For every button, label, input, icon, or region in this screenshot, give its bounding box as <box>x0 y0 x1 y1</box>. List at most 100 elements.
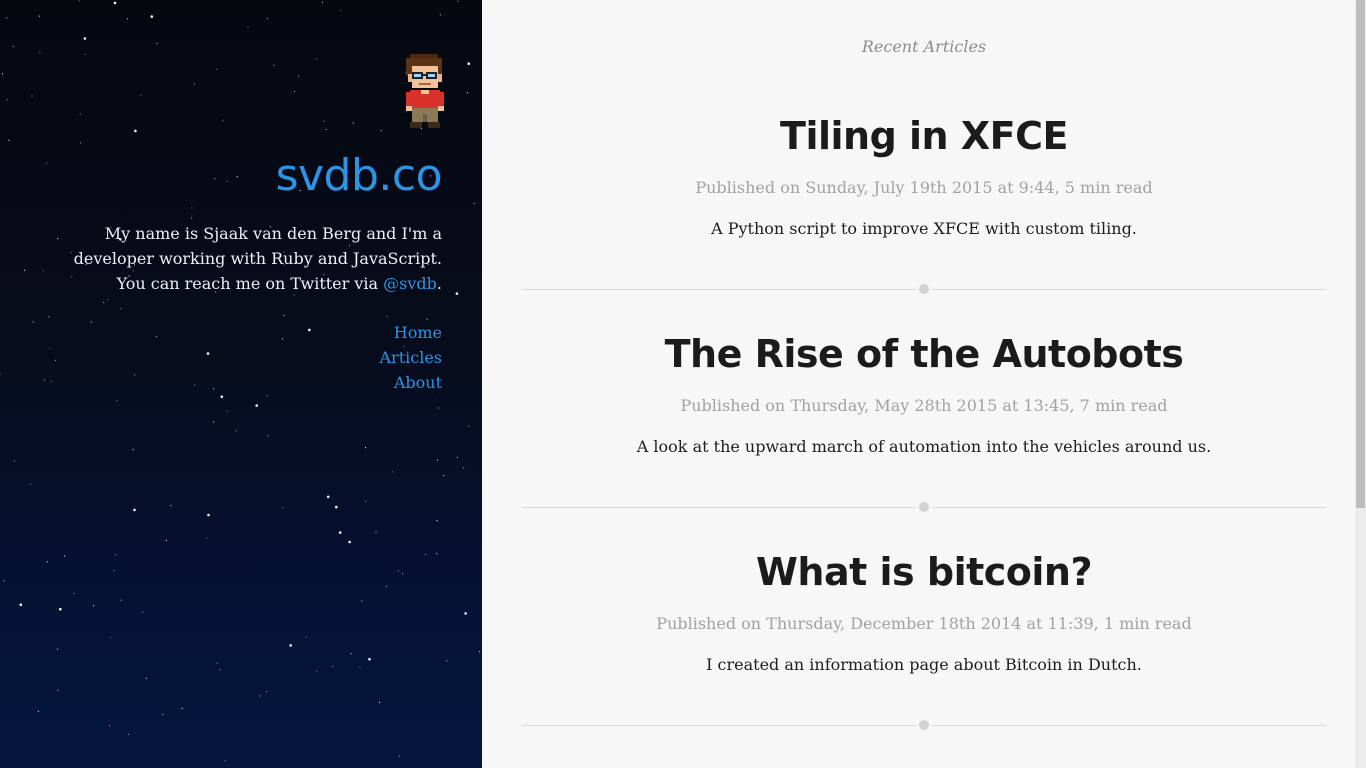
star <box>267 435 269 437</box>
star <box>213 388 215 390</box>
nav-link-about[interactable]: About <box>379 370 442 395</box>
star <box>236 176 238 178</box>
star <box>0 373 1 375</box>
article-meta: Published on Thursday, May 28th 2015 at … <box>680 396 1168 415</box>
star <box>57 648 59 650</box>
star <box>132 449 134 451</box>
star <box>235 430 237 432</box>
star <box>456 456 458 458</box>
star <box>466 92 469 94</box>
main-content: Recent Articles Tiling in XFCE Published… <box>482 0 1366 768</box>
star <box>323 120 325 122</box>
star <box>457 0 459 2</box>
star <box>107 299 109 301</box>
star <box>467 62 471 65</box>
star <box>93 605 95 607</box>
star <box>29 483 31 485</box>
star <box>361 600 363 602</box>
star <box>51 380 53 382</box>
star <box>468 425 470 427</box>
star <box>145 677 147 679</box>
star <box>73 592 75 595</box>
nav-link-articles[interactable]: Articles <box>379 345 442 370</box>
star <box>380 130 382 132</box>
star <box>83 37 87 40</box>
star <box>365 447 367 449</box>
star <box>365 500 367 502</box>
star <box>439 14 441 16</box>
article-description: A Python script to improve XFCE with cus… <box>711 219 1137 238</box>
star <box>24 269 26 271</box>
star <box>32 321 34 323</box>
star <box>392 471 394 473</box>
star <box>46 162 48 164</box>
dot-divider-icon <box>919 502 929 512</box>
star <box>113 1 117 5</box>
star <box>226 410 228 412</box>
star <box>266 17 268 20</box>
star <box>126 18 129 20</box>
article-title-link[interactable]: What is bitcoin? <box>522 547 1326 597</box>
star <box>247 26 249 28</box>
star <box>113 570 115 572</box>
star <box>259 695 261 697</box>
star <box>325 128 327 131</box>
site-brand-link[interactable]: svdb.co <box>276 150 443 202</box>
star <box>44 379 46 381</box>
scrollbar-thumb[interactable] <box>1356 0 1365 508</box>
star <box>438 407 440 409</box>
author-bio: My name is Sjaak van den Berg and I'm a … <box>42 221 442 296</box>
page-scrollbar[interactable] <box>1355 0 1366 768</box>
star <box>443 475 445 477</box>
article-title-link[interactable]: Tiling in XFCE <box>522 111 1326 161</box>
star <box>455 292 459 295</box>
star <box>57 689 59 692</box>
star <box>120 599 122 601</box>
star <box>282 507 284 509</box>
star <box>206 537 208 539</box>
dot-divider-icon <box>919 284 929 294</box>
star <box>37 710 40 713</box>
star <box>206 352 210 355</box>
star <box>436 520 438 522</box>
star <box>116 400 118 402</box>
star <box>298 75 300 77</box>
star <box>359 666 361 668</box>
star <box>46 561 48 563</box>
star <box>350 653 352 655</box>
star <box>220 395 224 399</box>
star <box>31 95 33 97</box>
star <box>1 73 4 75</box>
dot-divider-icon <box>919 720 929 730</box>
star <box>219 669 221 671</box>
star <box>193 83 195 85</box>
star <box>368 657 371 661</box>
star <box>462 467 465 469</box>
article-divider <box>522 720 1326 730</box>
star <box>54 359 56 361</box>
star <box>170 504 172 507</box>
star <box>12 45 14 48</box>
star <box>49 347 51 349</box>
nav-link-home[interactable]: Home <box>379 320 442 345</box>
star <box>216 662 218 665</box>
twitter-link[interactable]: @svdb <box>383 274 437 293</box>
star <box>348 540 351 544</box>
star <box>424 553 426 556</box>
star <box>38 15 41 17</box>
star <box>140 94 142 96</box>
article-item: What is bitcoin? Published on Thursday, … <box>522 547 1326 675</box>
star <box>226 180 228 182</box>
star <box>266 690 268 693</box>
star <box>335 505 338 509</box>
star <box>478 650 481 653</box>
star <box>352 122 354 124</box>
star <box>134 129 137 133</box>
article-title-link[interactable]: The Rise of the Autobots <box>522 329 1326 379</box>
star <box>78 0 80 2</box>
star <box>398 755 400 757</box>
article-description: A look at the upward march of automation… <box>636 437 1212 456</box>
star <box>321 1 324 3</box>
star <box>473 202 475 204</box>
star <box>13 460 15 462</box>
